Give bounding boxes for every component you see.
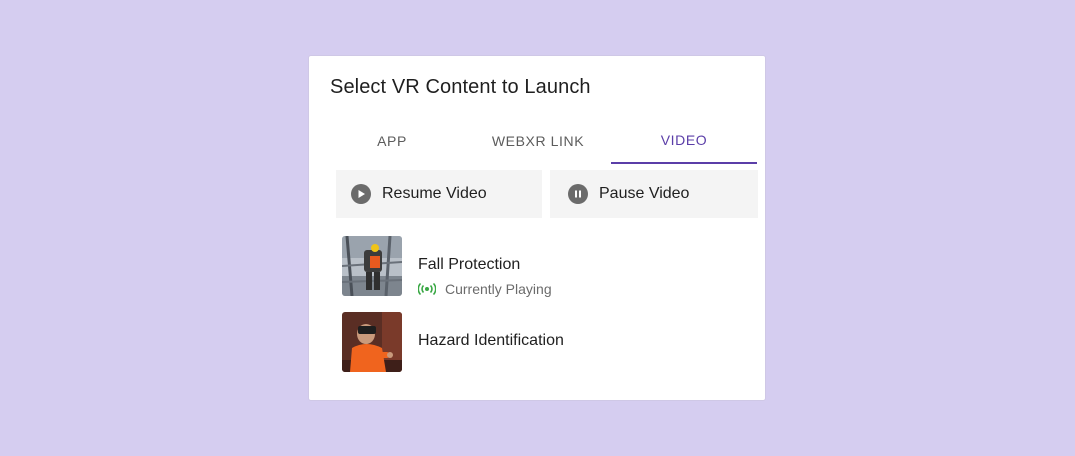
- play-icon: [351, 184, 371, 204]
- pause-video-button[interactable]: Pause Video: [550, 170, 758, 218]
- broadcast-icon: [418, 283, 436, 295]
- dialog-title: Select VR Content to Launch: [330, 76, 591, 98]
- pause-icon: [568, 184, 588, 204]
- vr-content-dialog: Select VR Content to Launch APP WEBXR LI…: [308, 55, 766, 401]
- video-item-fall-protection[interactable]: Fall Protection Currently Playing: [342, 236, 752, 312]
- tab-webxr-link[interactable]: WEBXR LINK: [465, 118, 611, 164]
- video-title: Fall Protection: [418, 256, 521, 273]
- now-playing-status: Currently Playing: [418, 281, 552, 297]
- video-controls: Resume Video Pause Video: [336, 170, 758, 218]
- tab-video[interactable]: VIDEO: [611, 118, 757, 164]
- hazard-identification-thumbnail: [342, 312, 402, 372]
- resume-video-label: Resume Video: [382, 185, 487, 202]
- video-title: Hazard Identification: [418, 332, 564, 349]
- pause-video-label: Pause Video: [599, 185, 690, 202]
- tab-app[interactable]: APP: [319, 118, 465, 164]
- fall-protection-thumbnail: [342, 236, 402, 296]
- video-list: Fall Protection Currently Playing Hazard…: [342, 236, 752, 388]
- status-text: Currently Playing: [445, 281, 552, 297]
- resume-video-button[interactable]: Resume Video: [336, 170, 542, 218]
- video-item-hazard-identification[interactable]: Hazard Identification: [342, 312, 752, 388]
- content-type-tabs: APP WEBXR LINK VIDEO: [319, 118, 757, 164]
